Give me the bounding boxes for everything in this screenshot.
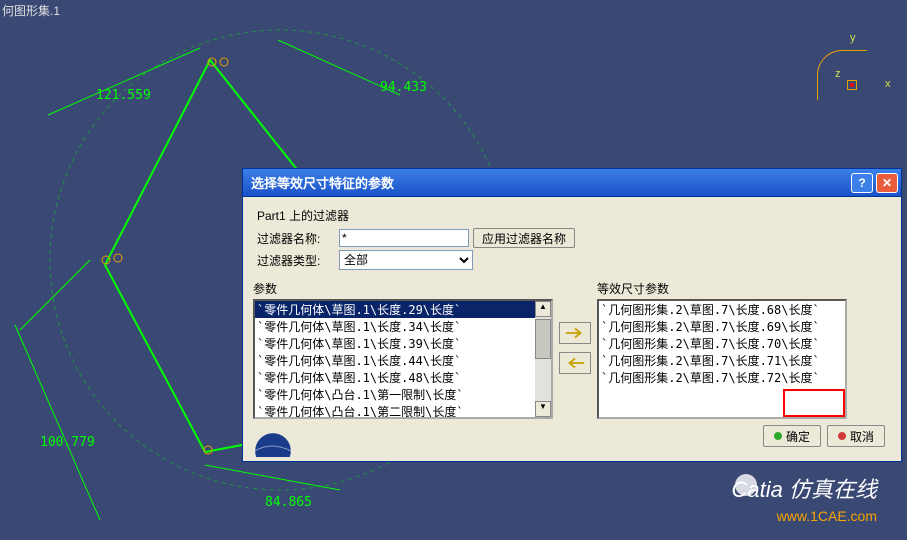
filter-type-select[interactable]: 全部 bbox=[339, 250, 473, 270]
scroll-down-icon[interactable]: ▼ bbox=[535, 401, 551, 417]
scroll-up-icon[interactable]: ▲ bbox=[535, 301, 551, 317]
watermark-url: www.1CAE.com bbox=[777, 508, 877, 524]
list-item[interactable]: `零件几何体\草图.1\长度.34\长度` bbox=[255, 318, 551, 335]
list-item[interactable]: `几何图形集.2\草图.7\长度.71\长度` bbox=[599, 352, 845, 369]
axis-y-label: y bbox=[850, 32, 856, 44]
dimension-value: 84.865 bbox=[265, 495, 312, 510]
dialog-titlebar[interactable]: 选择等效尺寸特征的参数 ? ✕ bbox=[243, 169, 901, 197]
list-item[interactable]: `零件几何体\草图.1\长度.44\长度` bbox=[255, 352, 551, 369]
dialog-title: 选择等效尺寸特征的参数 bbox=[251, 173, 394, 192]
list-item[interactable]: `零件几何体\草图.1\长度.39\长度` bbox=[255, 335, 551, 352]
params-listbox[interactable]: `零件几何体\草图.1\长度.29\长度``零件几何体\草图.1\长度.34\长… bbox=[253, 299, 553, 419]
move-right-button[interactable] bbox=[559, 322, 591, 344]
list-item[interactable]: `几何图形集.2\草图.7\长度.70\长度` bbox=[599, 335, 845, 352]
close-button[interactable]: ✕ bbox=[876, 173, 898, 193]
ok-dot-icon bbox=[774, 432, 782, 440]
list-item[interactable]: `零件几何体\草图.1\长度.29\长度` bbox=[255, 301, 551, 318]
filter-name-input[interactable] bbox=[339, 229, 469, 247]
list-item[interactable]: `零件几何体\凸台.1\第二限制\长度` bbox=[255, 403, 551, 419]
axis-z-label: z bbox=[835, 68, 841, 80]
filter-name-label: 过滤器名称: bbox=[257, 230, 335, 247]
listbox-scrollbar[interactable]: ▲ ▼ bbox=[535, 301, 551, 417]
apply-filter-button[interactable]: 应用过滤器名称 bbox=[473, 228, 575, 248]
list-item[interactable]: `几何图形集.2\草图.7\长度.68\长度` bbox=[599, 301, 845, 318]
cancel-dot-icon bbox=[838, 432, 846, 440]
right-list-label: 等效尺寸参数 bbox=[597, 280, 847, 297]
decoration-icon bbox=[249, 427, 309, 457]
arrow-left-icon bbox=[564, 356, 586, 370]
ok-button[interactable]: 确定 bbox=[763, 425, 821, 447]
move-left-button[interactable] bbox=[559, 352, 591, 374]
list-item[interactable]: `几何图形集.2\草图.7\长度.72\长度` bbox=[599, 369, 845, 386]
filter-heading: Part1 上的过滤器 bbox=[257, 207, 891, 224]
equiv-params-listbox[interactable]: `几何图形集.2\草图.7\长度.68\长度``几何图形集.2\草图.7\长度.… bbox=[597, 299, 847, 419]
arrow-right-icon bbox=[564, 326, 586, 340]
help-button[interactable]: ? bbox=[851, 173, 873, 193]
filter-type-label: 过滤器类型: bbox=[257, 252, 335, 269]
axis-x-label: x bbox=[885, 78, 891, 90]
left-list-label: 参数 bbox=[253, 280, 553, 297]
list-item[interactable]: `零件几何体\草图.1\长度.48\长度` bbox=[255, 369, 551, 386]
parameter-dialog: 选择等效尺寸特征的参数 ? ✕ Part1 上的过滤器 过滤器名称: 应用过滤器… bbox=[242, 168, 902, 462]
watermark-brand: Catia 仿真在线 bbox=[732, 472, 877, 504]
scroll-thumb[interactable] bbox=[535, 319, 551, 359]
dimension-value: 94.433 bbox=[380, 80, 427, 95]
dimension-value: 100.779 bbox=[40, 435, 95, 450]
list-item[interactable]: `零件几何体\凸台.1\第一限制\长度` bbox=[255, 386, 551, 403]
list-item[interactable]: `几何图形集.2\草图.7\长度.69\长度` bbox=[599, 318, 845, 335]
view-compass[interactable]: y x z bbox=[807, 20, 887, 100]
cancel-button[interactable]: 取消 bbox=[827, 425, 885, 447]
dimension-value: 121.559 bbox=[96, 88, 151, 103]
